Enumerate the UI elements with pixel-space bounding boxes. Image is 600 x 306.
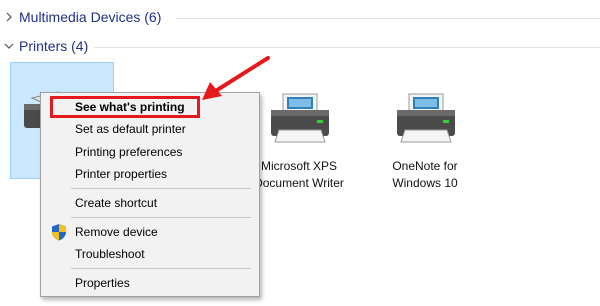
printer-icon — [397, 93, 455, 143]
context-menu: See what's printing Set as default print… — [40, 92, 260, 297]
printer-icon — [271, 93, 329, 143]
menu-separator — [71, 188, 251, 189]
group-divider — [94, 47, 600, 48]
group-divider — [176, 18, 600, 19]
chevron-down-icon[interactable] — [2, 39, 16, 53]
menu-item-printer-properties[interactable]: Printer properties — [75, 164, 167, 184]
menu-separator — [71, 268, 251, 269]
annotation-highlight-box — [50, 96, 200, 118]
menu-item-printing-preferences[interactable]: Printing preferences — [75, 142, 182, 162]
uac-shield-icon — [52, 224, 66, 241]
menu-item-remove-device[interactable]: Remove device — [75, 222, 158, 242]
menu-item-create-shortcut[interactable]: Create shortcut — [75, 193, 157, 213]
group-header-printers[interactable]: Printers (4) — [0, 36, 88, 56]
chevron-right-icon[interactable] — [2, 10, 16, 24]
group-header-multimedia-devices[interactable]: Multimedia Devices (6) — [0, 7, 161, 27]
menu-separator — [71, 217, 251, 218]
group-label-multimedia-devices: Multimedia Devices (6) — [19, 9, 162, 25]
menu-item-properties[interactable]: Properties — [75, 273, 130, 293]
menu-item-set-default-printer[interactable]: Set as default printer — [75, 119, 186, 139]
printer-label: Microsoft XPS Document Writer — [254, 159, 344, 190]
menu-item-troubleshoot[interactable]: Troubleshoot — [75, 244, 145, 264]
group-label-printers: Printers (4) — [19, 38, 89, 54]
printer-label: OneNote for Windows 10 — [392, 159, 458, 190]
